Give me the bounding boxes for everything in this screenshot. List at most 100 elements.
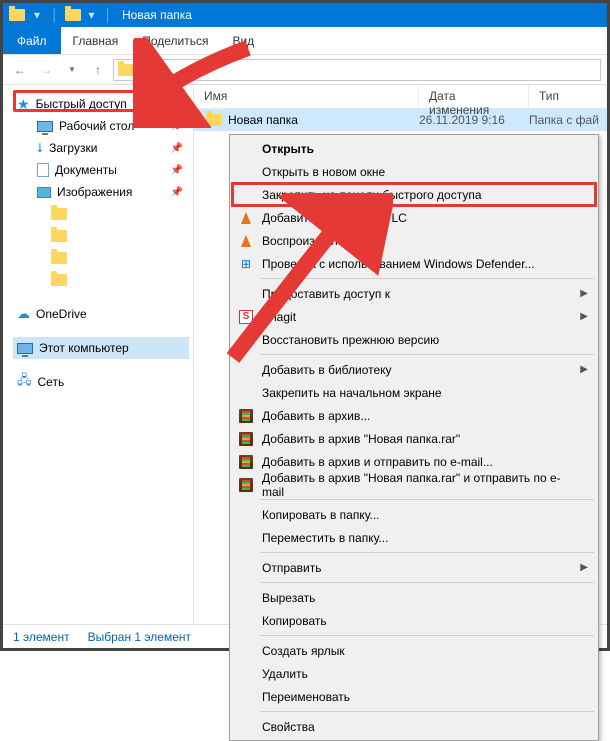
properties-qat[interactable]: ▾ — [83, 8, 101, 22]
pin-icon: 📌 — [171, 121, 183, 132]
pc-icon — [17, 343, 33, 354]
rar-icon — [238, 408, 254, 424]
tab-share[interactable]: Поделиться — [130, 27, 220, 54]
vlc-icon — [238, 233, 254, 249]
column-headers: Имя Дата изменения Тип — [194, 85, 607, 109]
address-bar[interactable]: ▸ — [113, 59, 601, 81]
pictures-icon — [37, 187, 51, 198]
sidebar-item-label: OneDrive — [36, 307, 87, 321]
pin-icon: 📌 — [171, 187, 183, 198]
folder-icon — [51, 252, 67, 264]
title-bar: ▾ │ ▾ │ Новая папка — [3, 3, 607, 27]
ctx-copy[interactable]: Копировать — [232, 609, 596, 632]
ctx-pin-start[interactable]: Закрепить на начальном экране — [232, 381, 596, 404]
pin-icon: 📌 — [171, 143, 183, 154]
sidebar-item-downloads[interactable]: ⭣ Загрузки 📌 — [33, 137, 189, 159]
sidebar-quick-access[interactable]: ★ Быстрый доступ — [13, 93, 189, 115]
ctx-add-library[interactable]: Добавить в библиотеку▶ — [232, 358, 596, 381]
submenu-arrow-icon: ▶ — [580, 311, 588, 322]
ctx-cut[interactable]: Вырезать — [232, 586, 596, 609]
submenu-arrow-icon: ▶ — [580, 288, 588, 299]
sidebar-item-pictures[interactable]: Изображения 📌 — [33, 181, 189, 203]
sidebar-item-label: Изображения — [57, 185, 132, 199]
status-selection: Выбран 1 элемент — [88, 630, 191, 644]
ctx-rar-add[interactable]: Добавить в архив... — [232, 404, 596, 427]
tab-view[interactable]: Вид — [220, 27, 266, 54]
tab-home[interactable]: Главная — [61, 27, 131, 54]
separator — [260, 499, 594, 500]
rar-icon — [238, 454, 254, 470]
ctx-vlc-play[interactable]: Воспроизвести в VLC — [232, 229, 596, 252]
folder-icon — [7, 5, 27, 25]
ctx-open-new-window[interactable]: Открыть в новом окне — [232, 160, 596, 183]
tab-file[interactable]: Файл — [3, 27, 61, 54]
sidebar-item-label: Загрузки — [49, 141, 97, 155]
col-name[interactable]: Имя — [194, 85, 419, 108]
sidebar-item-folder[interactable] — [47, 225, 189, 247]
file-name: Новая папка — [228, 113, 298, 127]
qat-button[interactable]: ▾ — [27, 5, 47, 25]
sidebar-item-folder[interactable] — [47, 269, 189, 291]
documents-icon — [37, 163, 49, 177]
sidebar-onedrive[interactable]: ☁ OneDrive — [13, 303, 189, 325]
ctx-restore-version[interactable]: Восстановить прежнюю версию — [232, 328, 596, 351]
vlc-icon — [238, 210, 254, 226]
sidebar-item-label: Этот компьютер — [39, 341, 129, 355]
navigation-pane: ★ Быстрый доступ Рабочий стол 📌 ⭣ Загруз… — [3, 85, 193, 624]
sidebar-item-label: Рабочий стол — [59, 119, 134, 133]
sidebar-item-documents[interactable]: Документы 📌 — [33, 159, 189, 181]
recent-dropdown[interactable]: ▾ — [61, 59, 83, 81]
separator — [260, 711, 594, 712]
file-type: Папка с фай — [529, 113, 607, 127]
star-icon: ★ — [17, 96, 30, 113]
separator — [260, 354, 594, 355]
folder-icon — [51, 230, 67, 242]
separator — [260, 552, 594, 553]
file-row[interactable]: Новая папка 26.11.2019 9:16 Папка с фай — [194, 109, 607, 131]
ctx-snagit[interactable]: SSnagit▶ — [232, 305, 596, 328]
submenu-arrow-icon: ▶ — [580, 364, 588, 375]
folder-icon — [206, 114, 222, 126]
col-type[interactable]: Тип — [529, 85, 607, 108]
ctx-delete[interactable]: Удалить — [232, 662, 596, 685]
folder-icon — [51, 208, 67, 220]
network-icon: 🖧 — [17, 371, 32, 393]
separator — [260, 582, 594, 583]
ctx-open[interactable]: Открыть — [232, 137, 596, 160]
ctx-properties[interactable]: Свойства — [232, 715, 596, 738]
shield-icon: ⊞ — [238, 256, 254, 272]
ctx-rar-add-named[interactable]: Добавить в архив "Новая папка.rar" — [232, 427, 596, 450]
context-menu: Открыть Открыть в новом окне Закрепить н… — [229, 134, 599, 741]
col-date[interactable]: Дата изменения — [419, 85, 529, 108]
folder-icon — [118, 64, 134, 76]
separator: │ — [101, 8, 117, 22]
sidebar-item-folder[interactable] — [47, 203, 189, 225]
ctx-grant-access[interactable]: Предоставить доступ к▶ — [232, 282, 596, 305]
sidebar-item-folder[interactable] — [47, 247, 189, 269]
separator — [260, 278, 594, 279]
ctx-copy-to[interactable]: Копировать в папку... — [232, 503, 596, 526]
back-button[interactable]: ← — [9, 59, 31, 81]
ctx-pin-quick-access[interactable]: Закрепить на панели быстрого доступа — [232, 183, 596, 206]
submenu-arrow-icon: ▶ — [580, 562, 588, 573]
up-button[interactable]: ↑ — [87, 59, 109, 81]
separator: │ — [47, 8, 63, 22]
ctx-rename[interactable]: Переименовать — [232, 685, 596, 708]
cloud-icon: ☁ — [17, 306, 30, 322]
ctx-defender[interactable]: ⊞Проверка с использованием Windows Defen… — [232, 252, 596, 275]
forward-button[interactable]: → — [35, 59, 57, 81]
desktop-icon — [37, 121, 53, 132]
sidebar-item-label: Быстрый доступ — [36, 97, 127, 111]
ctx-move-to[interactable]: Переместить в папку... — [232, 526, 596, 549]
nav-row: ← → ▾ ↑ ▸ — [3, 55, 607, 85]
status-count: 1 элемент — [13, 630, 70, 644]
ctx-send-to[interactable]: Отправить▶ — [232, 556, 596, 579]
ctx-rar-email-named[interactable]: Добавить в архив "Новая папка.rar" и отп… — [232, 473, 596, 496]
separator — [260, 635, 594, 636]
sidebar-this-pc[interactable]: Этот компьютер — [13, 337, 189, 359]
sidebar-network[interactable]: 🖧 Сеть — [13, 371, 189, 393]
ctx-vlc-add[interactable]: Добавить в плейлист VLC — [232, 206, 596, 229]
sidebar-item-desktop[interactable]: Рабочий стол 📌 — [33, 115, 189, 137]
file-date: 26.11.2019 9:16 — [419, 113, 529, 127]
window-title: Новая папка — [116, 8, 192, 22]
